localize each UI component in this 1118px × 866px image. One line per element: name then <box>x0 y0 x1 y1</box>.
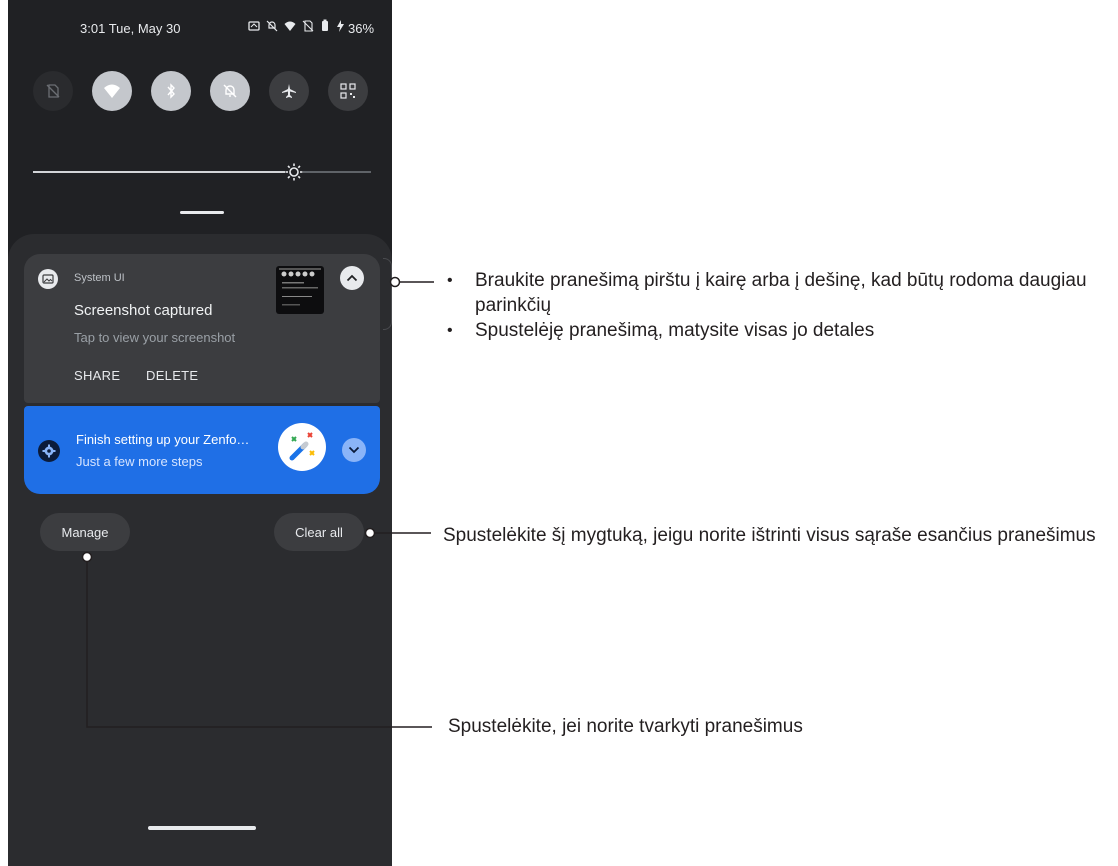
callout-tap: Spustelėję pranešimą, matysite visas jo … <box>445 318 1113 343</box>
callout-swipe: Braukite pranešimą pirštu į kairę arba į… <box>445 268 1113 318</box>
callout-notification-actions: Braukite pranešimą pirštu į kairę arba į… <box>445 268 1113 343</box>
callout-manage: Spustelėkite, jei norite tvarkyti praneš… <box>448 716 803 737</box>
callout-clear-all: Spustelėkite šį mygtuką, jeigu norite iš… <box>443 525 1096 546</box>
